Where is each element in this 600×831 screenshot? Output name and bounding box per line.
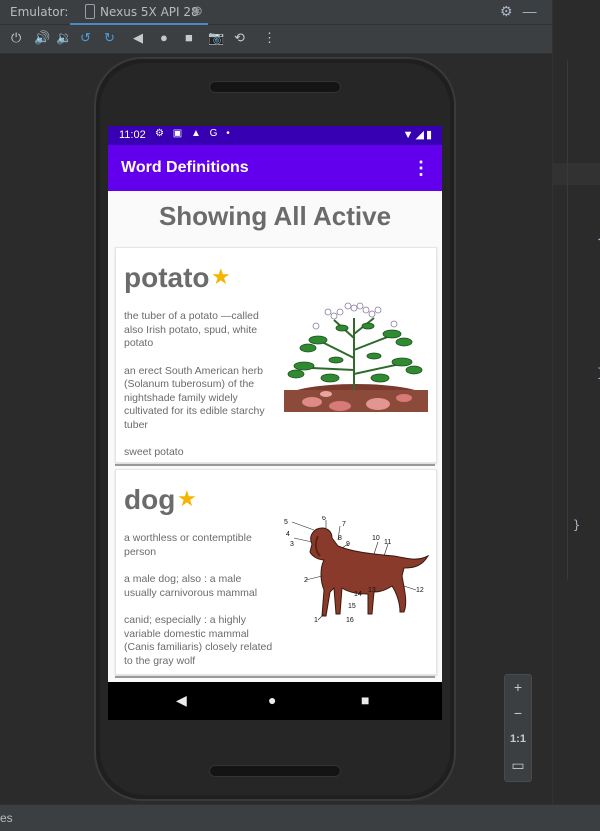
app-title: Word Definitions (121, 159, 249, 176)
diagram-label: 1 (314, 617, 318, 624)
diagram-label: 12 (416, 587, 424, 594)
nav-bar: ◀ ● ■ (108, 682, 442, 720)
diagram-label: 15 (348, 603, 356, 610)
overview-icon[interactable]: ■ (185, 31, 193, 45)
favorite-star-icon[interactable]: ★ (211, 264, 231, 290)
volume-up-icon[interactable]: 🔊 (34, 31, 50, 45)
diagram-label: 9 (346, 541, 350, 548)
nav-overview-icon[interactable]: ■ (361, 692, 369, 708)
phone-screen: 11:02 ⚙ ▣ ▲ G • ▼◢▮ Word Definitions ⋮ S… (108, 126, 442, 720)
device-tab[interactable]: Nexus 5X API 28 ⊗ (70, 0, 208, 26)
emulator-toolbar: ⏻ 🔊 🔉 ↺ ↻ ◀ ● ■ 📷 ⟲ ⋮ (0, 25, 552, 54)
word-card[interactable]: dog ★ a worthless or contemptible person… (115, 469, 437, 675)
home-icon[interactable]: ● (160, 31, 168, 45)
camera-icon[interactable]: 📷 (208, 31, 224, 45)
back-icon[interactable]: ◀ (133, 31, 143, 45)
diagram-label: 11 (384, 539, 391, 546)
definition: a male dog; also : a male usually carniv… (124, 573, 258, 599)
card-divider (115, 464, 435, 466)
top-speaker (209, 81, 341, 93)
definition: an erect South American herb (Solanum tu… (124, 364, 265, 431)
volume-down-icon[interactable]: 🔉 (56, 31, 72, 45)
notification-icons: ⚙ ▣ ▲ G • (155, 128, 233, 139)
device-tab-label: Nexus 5X API 28 (100, 5, 199, 19)
word-list[interactable]: Showing All Active potato ★ the tuber of… (108, 191, 442, 682)
page-heading: Showing All Active (158, 201, 392, 231)
definition: the tuber of a potato —called also Irish… (124, 310, 259, 349)
overflow-menu-icon[interactable]: ⋮ (412, 158, 430, 179)
definition: a worthless or contemptible person (124, 532, 252, 558)
close-tab-icon[interactable]: ⊗ (192, 3, 203, 19)
indent-guide (567, 60, 568, 580)
ide-bottom-bar: es (0, 804, 600, 831)
diagram-label: 3 (290, 541, 294, 548)
rotate-left-icon[interactable]: ↺ (80, 31, 91, 45)
phone-icon (85, 4, 95, 19)
favorite-star-icon[interactable]: ★ (177, 486, 197, 512)
dog-anatomy-illustration: 5 4 3 6 7 8 9 10 11 12 13 14 15 16 2 1 (284, 516, 430, 624)
diagram-label: 14 (354, 591, 362, 598)
diagram-label: 6 (322, 516, 326, 522)
nav-home-icon[interactable]: ● (268, 692, 276, 708)
word-title: potato (124, 262, 210, 293)
screen-fit-icon[interactable]: ▭ (505, 757, 531, 774)
code-brace: } (573, 518, 581, 532)
minimize-icon[interactable]: — (523, 3, 537, 19)
emulator-label: Emulator: (10, 5, 69, 19)
definition: sweet potato (124, 446, 184, 458)
diagram-label: 13 (368, 587, 376, 594)
card-divider (115, 676, 435, 678)
zoom-controls: + − 1:1 ▭ (504, 674, 532, 782)
power-icon[interactable]: ⏻ (11, 31, 21, 45)
emulator-header: Emulator: Nexus 5X API 28 ⊗ ⚙ — (0, 0, 552, 26)
current-line-highlight (553, 163, 600, 185)
gear-icon[interactable]: ⚙ (500, 3, 513, 19)
code-editor-strip: { } } (552, 0, 600, 830)
zoom-out-button[interactable]: − (505, 705, 531, 721)
app-bar: Word Definitions ⋮ (108, 145, 442, 191)
diagram-label: 8 (338, 535, 342, 542)
diagram-label: 10 (372, 535, 380, 542)
diagram-label: 7 (342, 521, 346, 528)
system-status-icons: ▼◢▮ (402, 129, 434, 141)
status-bar: 11:02 ⚙ ▣ ▲ G • ▼◢▮ (108, 126, 442, 145)
zoom-in-button[interactable]: + (505, 679, 531, 695)
status-time: 11:02 (119, 129, 146, 141)
snapshot-icon[interactable]: ⟲ (234, 31, 245, 45)
diagram-label: 16 (346, 617, 354, 624)
zoom-ratio-button[interactable]: 1:1 (505, 733, 531, 745)
diagram-label: 2 (304, 577, 308, 584)
word-title: dog (124, 484, 176, 515)
definition: canid; especially : a highly variable do… (124, 614, 273, 667)
rotate-right-icon[interactable]: ↻ (104, 31, 115, 45)
word-card[interactable]: potato ★ the tuber of a potato —called a… (115, 247, 437, 463)
diagram-label: 4 (286, 531, 290, 538)
bottom-text: es (0, 811, 13, 825)
more-icon[interactable]: ⋮ (263, 31, 276, 45)
diagram-label: 5 (284, 519, 288, 526)
potato-plant-illustration (284, 302, 428, 412)
nav-back-icon[interactable]: ◀ (176, 692, 187, 709)
bottom-speaker (209, 765, 341, 777)
